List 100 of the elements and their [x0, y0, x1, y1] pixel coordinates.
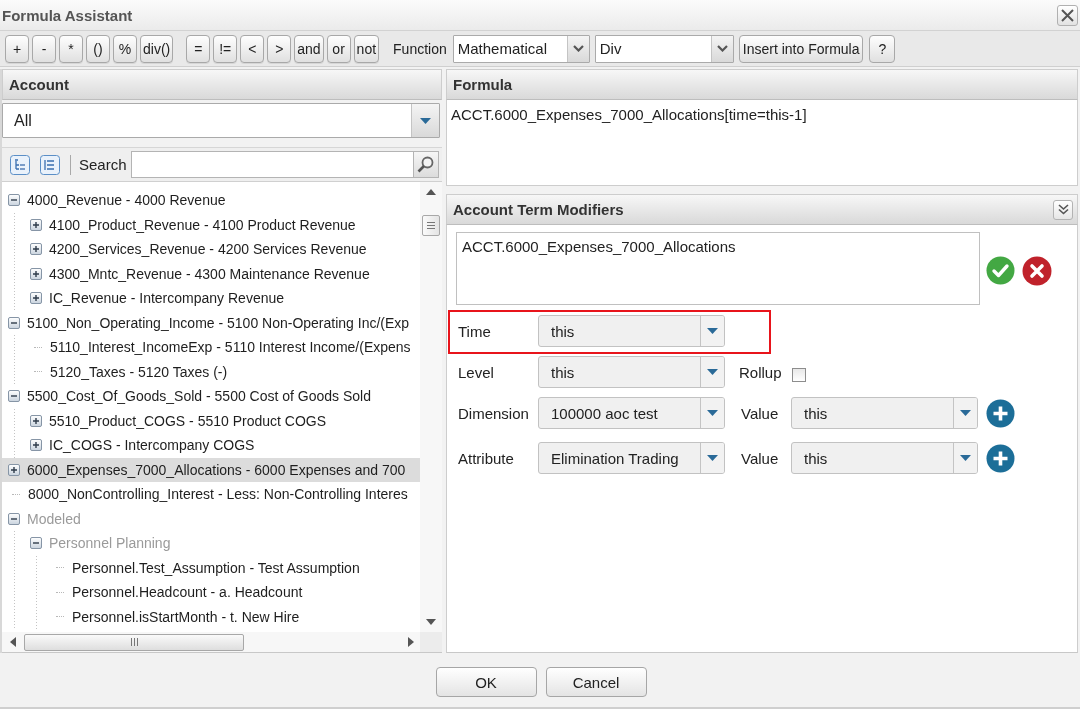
- tree-row[interactable]: 5100_Non_Operating_Income - 5100 Non-Operating Inc/(Exp: [2, 310, 420, 335]
- operator-button[interactable]: +: [5, 34, 29, 63]
- caret-icon: [707, 410, 718, 416]
- scrollbar-thumb[interactable]: [422, 215, 440, 236]
- tree-row[interactable]: 4200_Services_Revenue - 4200 Services Revenue: [2, 237, 420, 262]
- operator-button[interactable]: and: [294, 34, 324, 63]
- function-category-dropdown[interactable]: Mathematical: [452, 34, 590, 63]
- operator-button[interactable]: -: [32, 34, 56, 63]
- scroll-down-icon[interactable]: [426, 619, 436, 625]
- operator-button[interactable]: >: [267, 34, 292, 63]
- expand-icon[interactable]: [30, 243, 42, 256]
- caret-icon: [707, 328, 718, 334]
- collapse-button[interactable]: [1053, 199, 1073, 220]
- caret-icon: [707, 369, 718, 375]
- tree-row[interactable]: 5500_Cost_Of_Goods_Sold - 5500 Cost of Goods Sold: [2, 384, 420, 409]
- expand-icon[interactable]: [30, 414, 42, 427]
- tree-item-label: 6000_Expenses_7000_Allocations - 6000 Expenses and 700: [27, 461, 406, 478]
- rollup-label: Rollup: [739, 363, 783, 381]
- tree-item-label: 4300_Mntc_Revenue - 4300 Maintenance Revenue: [49, 265, 370, 282]
- tree-row[interactable]: 6000_Expenses_7000_Allocations - 6000 Expenses and 700: [2, 457, 420, 482]
- operator-button[interactable]: !=: [213, 34, 238, 63]
- tree-row[interactable]: IC_Revenue - Intercompany Revenue: [2, 286, 420, 311]
- function-label: Function: [393, 40, 447, 57]
- expand-icon[interactable]: [8, 463, 20, 476]
- tree-row[interactable]: 8000_NonControlling_Interest - Less: Non-Controlling Interes: [2, 482, 420, 507]
- panel-title: Formula: [453, 76, 513, 93]
- caret-icon: [420, 117, 431, 124]
- tree-item-label: 5100_Non_Operating_Income - 5100 Non-Operating Inc/(Exp: [27, 314, 410, 331]
- tree-item-label: 4100_Product_Revenue - 4100 Product Revenue: [49, 216, 356, 233]
- caret-icon: [960, 410, 971, 416]
- expand-icon[interactable]: [30, 439, 42, 452]
- tree-view-icon[interactable]: [10, 154, 30, 175]
- panel-title: Account Term Modifiers: [453, 201, 624, 218]
- plus-circle-icon[interactable]: [986, 398, 1015, 428]
- operator-button[interactable]: *: [59, 34, 83, 63]
- dialog-button[interactable]: Cancel: [545, 667, 647, 697]
- expand-icon[interactable]: [30, 292, 42, 305]
- term-field[interactable]: ACCT.6000_Expenses_7000_Allocations: [456, 232, 980, 305]
- tree-item-label: IC_COGS - Intercompany COGS: [49, 437, 255, 454]
- collapse-icon[interactable]: [8, 316, 20, 329]
- scroll-right-icon[interactable]: [408, 637, 414, 647]
- search-icon: [417, 156, 435, 173]
- tree-item-label: Personnel.Test_Assumption - Test Assumption: [72, 559, 360, 576]
- operator-button[interactable]: <: [240, 34, 265, 63]
- field-label: Level: [457, 363, 495, 381]
- operator-button[interactable]: not: [353, 34, 380, 63]
- search-button[interactable]: [412, 151, 439, 178]
- tree-item-label: 5510_Product_COGS - 5510 Product COGS: [49, 412, 327, 429]
- tree-row[interactable]: 4100_Product_Revenue - 4100 Product Revenue: [2, 212, 420, 237]
- collapse-icon[interactable]: [8, 194, 20, 207]
- modifier-dropdown[interactable]: Elimination Trading: [538, 442, 725, 474]
- scroll-up-icon[interactable]: [426, 189, 436, 195]
- formula-field[interactable]: ACCT.6000_Expenses_7000_Allocations[time=this-1]: [446, 100, 1078, 186]
- field-label: Attribute: [457, 449, 515, 467]
- tree-row[interactable]: IC_COGS - Intercompany COGS: [2, 433, 420, 458]
- window-title: Formula Assistant: [2, 6, 133, 24]
- tree-row[interactable]: 4000_Revenue - 4000 Revenue: [2, 188, 420, 213]
- operator-button[interactable]: =: [186, 34, 211, 63]
- tree-item-label: 5110_Interest_IncomeExp - 5110 Interest Income/(Expens: [50, 339, 411, 356]
- account-filter-dropdown[interactable]: All: [2, 103, 440, 138]
- vertical-scrollbar[interactable]: [420, 182, 442, 632]
- expand-icon[interactable]: [30, 267, 42, 280]
- close-button[interactable]: [1057, 4, 1078, 26]
- tree-row[interactable]: 4300_Mntc_Revenue - 4300 Maintenance Revenue: [2, 261, 420, 286]
- caret-icon: [960, 455, 971, 461]
- operator-button[interactable]: or: [326, 34, 351, 63]
- caret-icon: [707, 455, 718, 461]
- expand-icon[interactable]: [30, 218, 42, 231]
- rollup-checkbox[interactable]: [792, 368, 806, 382]
- operator-button[interactable]: (): [86, 34, 110, 63]
- value-label: Value: [741, 449, 780, 467]
- dialog-button[interactable]: OK: [435, 667, 537, 697]
- modifier-dropdown[interactable]: this: [538, 315, 725, 347]
- modifier-dropdown[interactable]: 100000 aoc test: [538, 397, 725, 429]
- operator-button[interactable]: %: [113, 34, 137, 63]
- close-icon: [1061, 8, 1074, 22]
- value-label: Value: [741, 404, 780, 422]
- scroll-left-icon[interactable]: [10, 637, 16, 647]
- insert-button[interactable]: Insert into Formula: [738, 34, 864, 63]
- function-name-dropdown[interactable]: Div: [594, 34, 734, 63]
- field-label: Time: [457, 322, 492, 340]
- value-dropdown[interactable]: this: [791, 442, 978, 474]
- tree-item-label: IC_Revenue - Intercompany Revenue: [49, 290, 285, 307]
- double-chevron-down-icon: [1057, 204, 1069, 215]
- tree-item-label: 8000_NonControlling_Interest - Less: Non-Controlling Interes: [28, 486, 408, 503]
- plus-circle-icon[interactable]: [986, 443, 1015, 473]
- search-field[interactable]: [130, 151, 413, 178]
- modifier-dropdown[interactable]: this: [538, 356, 725, 388]
- tree-item-label: Modeled: [27, 510, 81, 527]
- check-circle-icon[interactable]: [986, 256, 1015, 285]
- tree-row[interactable]: 5120_Taxes - 5120 Taxes (-): [2, 359, 420, 384]
- value-dropdown[interactable]: this: [791, 397, 978, 429]
- tree-row[interactable]: 5110_Interest_IncomeExp - 5110 Interest Income/(Expens: [2, 335, 420, 360]
- x-circle-icon[interactable]: [1022, 255, 1052, 286]
- list-view-icon[interactable]: [40, 154, 60, 175]
- scrollbar-thumb[interactable]: [24, 633, 244, 651]
- help-button[interactable]: ?: [869, 34, 896, 63]
- collapse-icon[interactable]: [8, 390, 20, 403]
- operator-button[interactable]: div(): [140, 34, 174, 63]
- tree-row[interactable]: 5510_Product_COGS - 5510 Product COGS: [2, 408, 420, 433]
